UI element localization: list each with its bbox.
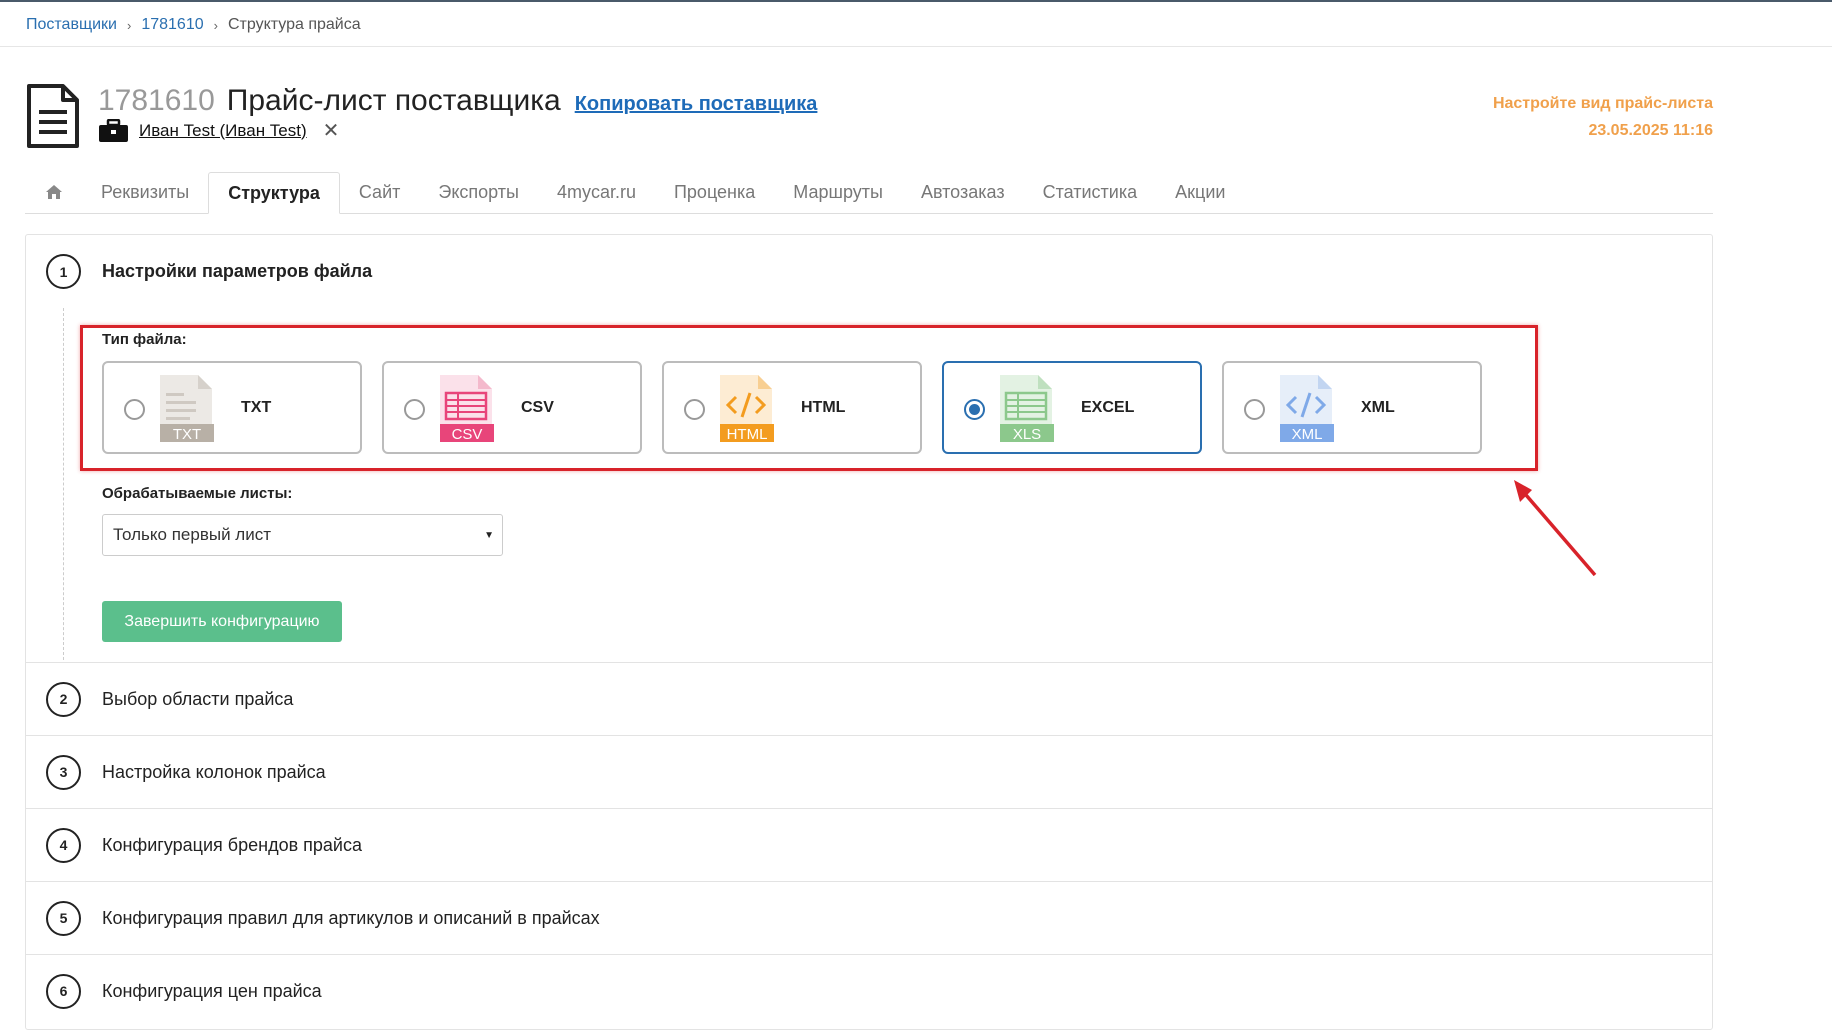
step-5-header[interactable]: 5 Конфигурация правил для артикулов и оп…: [26, 881, 1712, 954]
step-title: Конфигурация правил для артикулов и опис…: [102, 907, 600, 928]
step-3-header[interactable]: 3 Настройка колонок прайса: [26, 735, 1712, 808]
caret-down-icon: ▼: [484, 530, 494, 541]
step-title: Выбор области прайса: [102, 688, 294, 709]
status-text: Настройте вид прайс-листа: [1492, 95, 1713, 112]
step-number: 5: [46, 900, 81, 936]
step-1-header[interactable]: 1 Настройки параметров файла: [26, 235, 1712, 308]
copy-supplier-link[interactable]: Копировать поставщика: [575, 93, 818, 116]
step-4-header[interactable]: 4 Конфигурация брендов прайса: [26, 808, 1712, 881]
tab-promotions[interactable]: Акции: [1156, 171, 1244, 213]
sheets-select-value: Только первый лист: [113, 525, 272, 544]
owner-row: Иван Test (Иван Test) ✕: [98, 118, 339, 143]
tab-bar: Реквизиты Структура Сайт Экспорты 4mycar…: [25, 172, 1713, 214]
step-number: 3: [46, 754, 81, 790]
step-title: Настройки параметров файла: [102, 261, 373, 281]
tab-home[interactable]: [25, 171, 82, 213]
breadcrumb-current: Структура прайса: [227, 16, 361, 33]
owner-link[interactable]: Иван Test (Иван Test): [139, 121, 307, 141]
tab-routes[interactable]: Маршруты: [774, 171, 902, 213]
sheets-label: Обрабатываемые листы:: [102, 485, 293, 502]
step-2-header[interactable]: 2 Выбор области прайса: [26, 662, 1712, 735]
page-title: 1781610 Прайс-лист поставщика Копировать…: [98, 84, 817, 118]
supplier-id: 1781610: [98, 84, 215, 117]
sheets-select[interactable]: Только первый лист ▼: [102, 514, 503, 556]
step-6-header[interactable]: 6 Конфигурация цен прайса: [26, 954, 1712, 1027]
breadcrumb-supplier-id[interactable]: 1781610: [141, 16, 203, 34]
page-title-text: Прайс-лист поставщика: [226, 84, 561, 117]
tab-autoorder[interactable]: Автозаказ: [902, 171, 1024, 213]
status-datetime: 23.05.2025 11:16: [1588, 122, 1713, 139]
step-title: Настройка колонок прайса: [102, 761, 326, 782]
step-title: Конфигурация цен прайса: [102, 980, 322, 1001]
chevron-right-icon: ›: [213, 17, 218, 33]
breadcrumb: Поставщики › 1781610 › Структура прайса: [26, 16, 361, 34]
status-block: Настройте вид прайс-листа 23.05.2025 11:…: [1493, 90, 1713, 144]
close-icon[interactable]: ✕: [323, 118, 340, 143]
tab-statistics[interactable]: Статистика: [1024, 171, 1157, 213]
briefcase-icon: [99, 118, 128, 142]
finish-configuration-button[interactable]: Завершить конфигурацию: [102, 601, 342, 642]
step-number: 2: [46, 681, 81, 717]
tab-exports[interactable]: Экспорты: [419, 171, 538, 213]
top-bar: Поставщики › 1781610 › Структура прайса: [0, 0, 1832, 47]
chevron-right-icon: ›: [126, 17, 132, 33]
tab-4mycar[interactable]: 4mycar.ru: [538, 171, 655, 213]
arrow-annotation-icon: [1514, 480, 1597, 577]
tab-pricing[interactable]: Проценка: [655, 171, 774, 213]
step-number: 6: [46, 973, 81, 1009]
document-icon: [27, 84, 79, 148]
highlight-box: [80, 325, 1538, 471]
tab-requisites[interactable]: Реквизиты: [82, 171, 208, 213]
tab-site[interactable]: Сайт: [340, 171, 420, 213]
home-icon: [46, 185, 62, 199]
step-number: 1: [46, 254, 81, 289]
tab-structure[interactable]: Структура: [208, 172, 340, 214]
step-number: 4: [46, 827, 81, 863]
breadcrumb-suppliers[interactable]: Поставщики: [26, 16, 117, 34]
step-title: Конфигурация брендов прайса: [102, 834, 362, 855]
